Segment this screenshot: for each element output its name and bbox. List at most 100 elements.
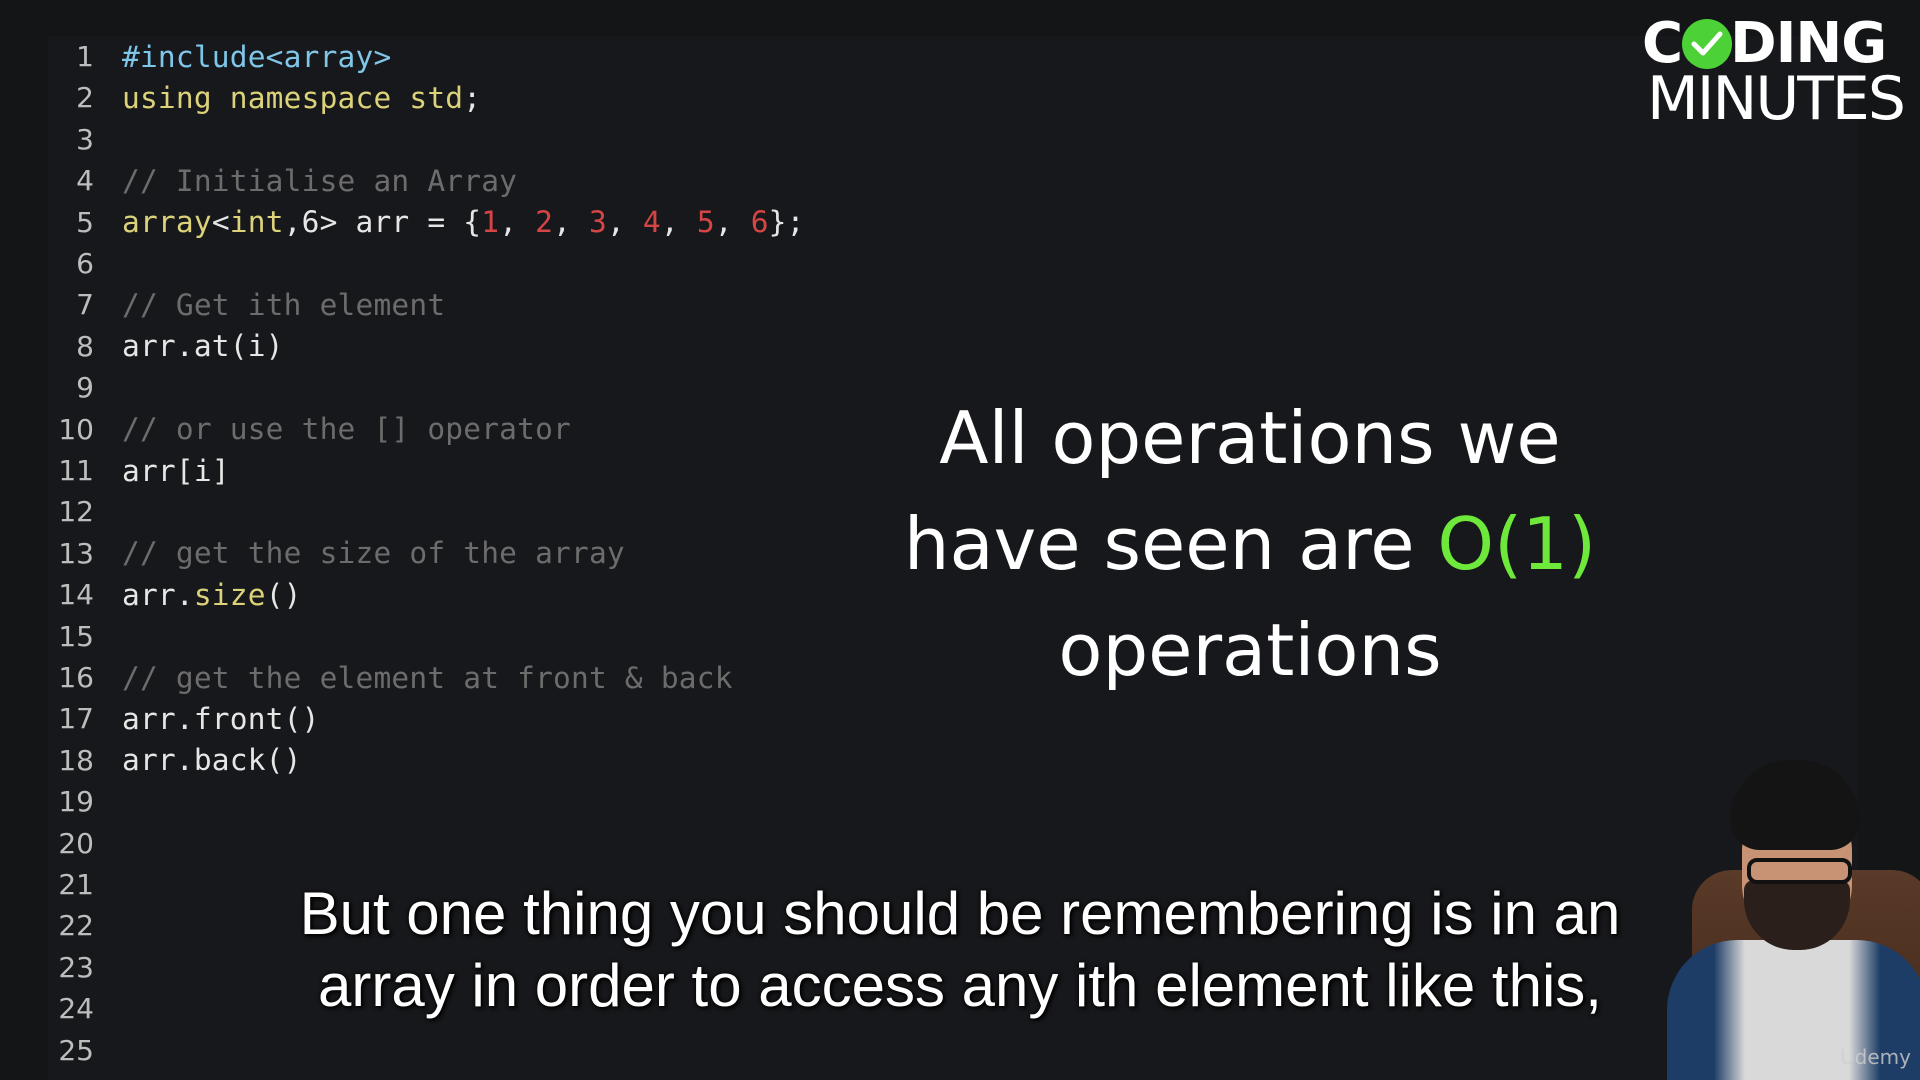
overlay-line-1: All operations we (939, 396, 1561, 480)
code-line[interactable]: 23 (48, 947, 122, 988)
line-number: 16 (58, 661, 94, 694)
code-token: , (660, 205, 697, 240)
overlay-complexity-highlight: O(1) (1437, 502, 1597, 586)
code-token: 2 (535, 205, 554, 240)
code-token: size (193, 577, 266, 612)
code-line[interactable]: 15 (48, 616, 122, 657)
code-text: using namespace std; (122, 81, 481, 115)
code-token: // or use the [] operator (122, 412, 572, 447)
code-line[interactable]: 21 (48, 864, 122, 905)
line-number: 10 (58, 412, 94, 446)
code-line[interactable]: 6 (48, 243, 122, 284)
code-token: () (265, 577, 302, 612)
code-line[interactable]: 25 (48, 1030, 122, 1071)
line-number: 9 (76, 371, 94, 405)
code-text: // get the element at front & back (122, 661, 733, 695)
code-token: using namespace std (122, 80, 464, 115)
line-number: 12 (58, 495, 94, 529)
code-token: arr.back() (122, 743, 302, 778)
code-line[interactable]: 11 arr[i] (48, 450, 230, 491)
coding-minutes-logo: C DING MINUTES (1642, 12, 1912, 131)
overlay-line-3: operations (1058, 608, 1442, 692)
code-line[interactable]: 9 (48, 367, 122, 408)
code-text: arr[i] (122, 454, 230, 488)
code-line[interactable]: 17 arr.front() (48, 698, 320, 739)
code-token: arr.at(i) (122, 329, 284, 364)
line-number: 8 (76, 329, 94, 363)
line-number: 17 (58, 702, 94, 736)
code-token: arr. (122, 577, 194, 612)
presenter-hair (1730, 760, 1860, 850)
line-number: 25 (58, 1033, 94, 1067)
overlay-line-2: have seen are O(1) (840, 491, 1660, 597)
overlay-line-2-text: have seen are (903, 502, 1438, 586)
code-token: 3 (589, 205, 607, 240)
code-line[interactable]: 16 // get the element at front & back (48, 657, 733, 698)
code-token: ,6> arr = { (283, 205, 482, 240)
code-token: < (211, 205, 230, 240)
line-number: 19 (58, 785, 94, 819)
code-line[interactable]: 20 (48, 823, 122, 864)
logo-bottom-text: MINUTES (1647, 64, 1906, 134)
code-line[interactable]: 7 // Get ith element (48, 284, 445, 325)
code-token: #include<array> (122, 39, 392, 74)
code-token: 4 (642, 205, 661, 240)
line-number: 15 (58, 619, 94, 653)
line-number: 20 (58, 826, 94, 860)
code-line[interactable]: 13 // get the size of the array (48, 533, 625, 574)
code-line[interactable]: 10 // or use the [] operator (48, 409, 571, 450)
code-line[interactable]: 1 #include<array> (48, 36, 391, 77)
line-number: 5 (76, 205, 94, 239)
line-number: 23 (58, 950, 94, 984)
line-number: 24 (58, 992, 94, 1026)
line-number: 4 (76, 164, 94, 198)
udemy-watermark: Udemy (1840, 1045, 1911, 1069)
code-text: arr.back() (122, 743, 302, 777)
subtitle-line-1: But one thing you should be remembering … (299, 880, 1621, 947)
video-subtitle: But one thing you should be remembering … (150, 878, 1770, 1022)
line-number: 14 (58, 578, 94, 612)
code-token: ; (463, 80, 482, 115)
line-number: 13 (58, 536, 94, 570)
code-token: // Get ith element (122, 287, 446, 322)
code-line[interactable]: 8 arr.at(i) (48, 326, 284, 367)
slide-overlay-text: All operations we have seen are O(1) ope… (840, 385, 1660, 703)
code-token: 1 (481, 205, 500, 240)
code-text: // get the size of the array (122, 536, 625, 570)
code-line[interactable]: 24 (48, 988, 122, 1029)
code-line[interactable]: 3 (48, 119, 122, 160)
code-text: arr.front() (122, 702, 320, 736)
line-number: 21 (58, 868, 94, 901)
code-line[interactable]: 12 (48, 491, 122, 532)
code-token: arr[i] (122, 453, 230, 488)
code-token: array (122, 205, 212, 240)
code-token: // get the size of the array (122, 536, 625, 571)
code-line[interactable]: 14 arr.size() (48, 574, 302, 615)
line-number: 1 (76, 40, 94, 73)
code-token: // Initialise an Array (122, 163, 518, 198)
code-text: arr.size() (122, 578, 302, 612)
line-number: 22 (58, 909, 94, 943)
line-number: 3 (76, 122, 94, 156)
code-token: , (553, 205, 590, 240)
code-line[interactable]: 19 (48, 781, 122, 822)
code-token: 6 (750, 205, 769, 240)
code-text: // Get ith element (122, 288, 445, 322)
code-text: array<int,6> arr = {1, 2, 3, 4, 5, 6}; (122, 205, 805, 239)
line-number: 18 (58, 743, 94, 777)
code-line[interactable]: 5 array<int,6> arr = {1, 2, 3, 4, 5, 6}; (48, 202, 805, 243)
line-number: 2 (76, 81, 94, 115)
code-text: // Initialise an Array (122, 164, 517, 198)
code-line[interactable]: 2 using namespace std; (48, 77, 481, 118)
line-number: 11 (58, 454, 94, 487)
code-line[interactable]: 4 // Initialise an Array (48, 160, 517, 201)
subtitle-line-2: array in order to access any ith element… (318, 952, 1602, 1019)
line-number: 7 (76, 288, 94, 322)
code-token: , (714, 205, 751, 240)
code-text: // or use the [] operator (122, 412, 571, 446)
code-line[interactable]: 18 arr.back() (48, 740, 302, 781)
code-token: , (499, 205, 536, 240)
line-number: 6 (76, 247, 94, 280)
code-token: }; (768, 205, 805, 240)
code-line[interactable]: 22 (48, 905, 122, 946)
